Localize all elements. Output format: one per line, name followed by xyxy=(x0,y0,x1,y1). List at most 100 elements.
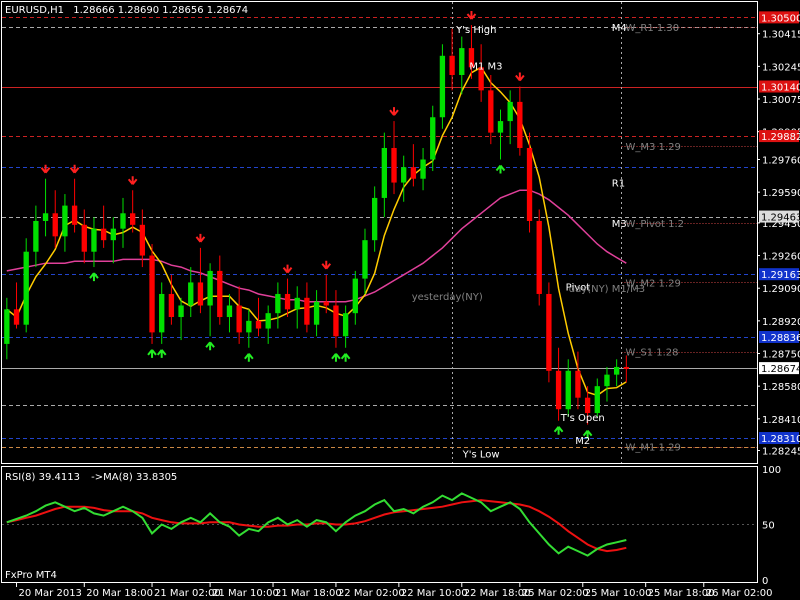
chart-text-label: M1 M3 xyxy=(469,61,502,72)
candle-body xyxy=(323,301,329,306)
candle-body xyxy=(430,117,436,160)
candle-body xyxy=(313,301,320,325)
price-box-label: 1.29882 xyxy=(761,132,800,143)
candle-body xyxy=(391,147,397,183)
price-tick-label: 1.28750 xyxy=(762,350,800,361)
candle-body xyxy=(4,309,10,344)
price-box-label: 1.30140 xyxy=(761,83,800,94)
time-tick-label: 21 Mar 02:00 xyxy=(154,588,221,599)
rsi-tick-label: 100 xyxy=(762,465,781,476)
broker-label: FxPro MT4 xyxy=(5,570,57,581)
candle-body xyxy=(565,370,571,410)
symbol-label: EURUSD,H1 xyxy=(5,5,64,16)
candle-body xyxy=(226,305,233,318)
candle-body xyxy=(23,251,29,325)
chart-text-label: M2 xyxy=(575,436,590,447)
level-label: W_Pivot 1.2 xyxy=(625,219,684,230)
candle-body xyxy=(526,147,533,221)
candle-body xyxy=(33,220,39,252)
ohlc-label: 1.28666 1.28690 1.28656 1.28674 xyxy=(73,5,248,16)
chart-text-label: T's Open xyxy=(560,413,605,424)
candle-body xyxy=(401,167,407,183)
level-label: W_M1 1.29 xyxy=(625,443,680,454)
candle-body xyxy=(217,270,223,318)
price-tick-label: 1.28920 xyxy=(762,317,800,328)
time-tick-label: 25 Mar 18:00 xyxy=(648,588,715,599)
candle-body xyxy=(546,293,552,371)
candle-body xyxy=(449,55,455,75)
price-tick-label: 1.28410 xyxy=(762,415,800,426)
candle-body xyxy=(304,297,310,325)
price-tick-label: 1.29260 xyxy=(762,252,800,263)
candle-body xyxy=(613,366,620,375)
price-tick-label: 1.28245 xyxy=(762,447,800,458)
time-tick-label: 25 Mar 02:00 xyxy=(522,588,589,599)
candle-body xyxy=(594,386,600,414)
rsi-label: RSI(8) 39.4113 ->MA(8) 33.8305 xyxy=(5,472,177,483)
chart-text-label: Y's High xyxy=(455,25,496,36)
candle-body xyxy=(333,305,339,337)
price-tick-label: 1.29760 xyxy=(762,156,800,167)
level-label: R1 xyxy=(612,179,625,190)
time-tick-label: 20 Mar 18:00 xyxy=(86,588,153,599)
price-box-label: 1.29163 xyxy=(761,270,800,281)
candle-body xyxy=(207,270,213,306)
candle-body xyxy=(352,278,358,314)
candle-body xyxy=(507,101,513,122)
chart-text-label: yesterday(NY) xyxy=(412,292,483,303)
forex-chart[interactable]: M4W_R1 1.30W_M3 1.29R1M3W_Pivot 1.2W_M2 … xyxy=(0,0,800,600)
candle-body xyxy=(294,297,300,310)
candle-body xyxy=(178,305,184,318)
candle-body xyxy=(265,313,271,329)
candle-body xyxy=(139,224,146,256)
candle-body xyxy=(584,397,591,414)
candle-body xyxy=(91,228,97,252)
candle-body xyxy=(52,213,58,237)
price-tick-label: 1.28580 xyxy=(762,382,800,393)
candle-body xyxy=(604,374,610,387)
candle-body xyxy=(284,293,291,310)
chart-text-label: Y's Low xyxy=(462,449,500,460)
price-tick-label: 1.30075 xyxy=(762,95,800,106)
candle-body xyxy=(81,224,87,252)
time-tick-label: 20 Mar 2013 xyxy=(19,588,82,599)
candle-body xyxy=(197,282,204,306)
candle-body xyxy=(371,197,378,241)
chart-header: EURUSD,H1 1.28666 1.28690 1.28656 1.2867… xyxy=(5,5,248,16)
candle-body xyxy=(246,320,252,333)
candle-body xyxy=(71,205,78,225)
price-box-label: 1.28836 xyxy=(761,333,800,344)
candle-body xyxy=(149,255,155,333)
candle-body xyxy=(100,228,107,241)
current-price-label: 1.28674 xyxy=(761,364,800,375)
candle-body xyxy=(497,121,504,133)
candle-body xyxy=(575,370,581,398)
level-label: W_M3 1.29 xyxy=(625,142,680,153)
time-tick-label: 22 Mar 18:00 xyxy=(464,588,531,599)
price-tick-label: 1.30415 xyxy=(762,30,800,41)
candle-body xyxy=(168,293,175,318)
candle-body xyxy=(275,293,281,314)
candle-body xyxy=(517,101,523,148)
candle-body xyxy=(236,305,242,333)
candle-body xyxy=(459,48,465,75)
candle-body xyxy=(362,240,368,279)
price-tick-label: 1.29090 xyxy=(762,284,800,295)
candle-body xyxy=(555,370,562,410)
candle-body xyxy=(42,213,49,221)
candle-body xyxy=(420,159,426,179)
candle-body xyxy=(439,55,446,118)
time-tick-label: 22 Mar 10:00 xyxy=(401,588,468,599)
candle-body xyxy=(130,213,136,225)
time-tick-label: 26 Mar 02:00 xyxy=(706,588,773,599)
time-tick-label: 25 Mar 10:00 xyxy=(585,588,652,599)
price-tick-label: 1.30245 xyxy=(762,62,800,73)
candle-body xyxy=(536,220,542,294)
candle-body xyxy=(110,228,116,241)
candle-body xyxy=(188,282,194,306)
rsi-tick-label: 0 xyxy=(762,576,768,587)
rsi-tick-label: 50 xyxy=(762,521,775,532)
candle-body xyxy=(120,213,126,229)
price-tick-label: 1.29590 xyxy=(762,188,800,199)
candle-body xyxy=(623,366,629,369)
